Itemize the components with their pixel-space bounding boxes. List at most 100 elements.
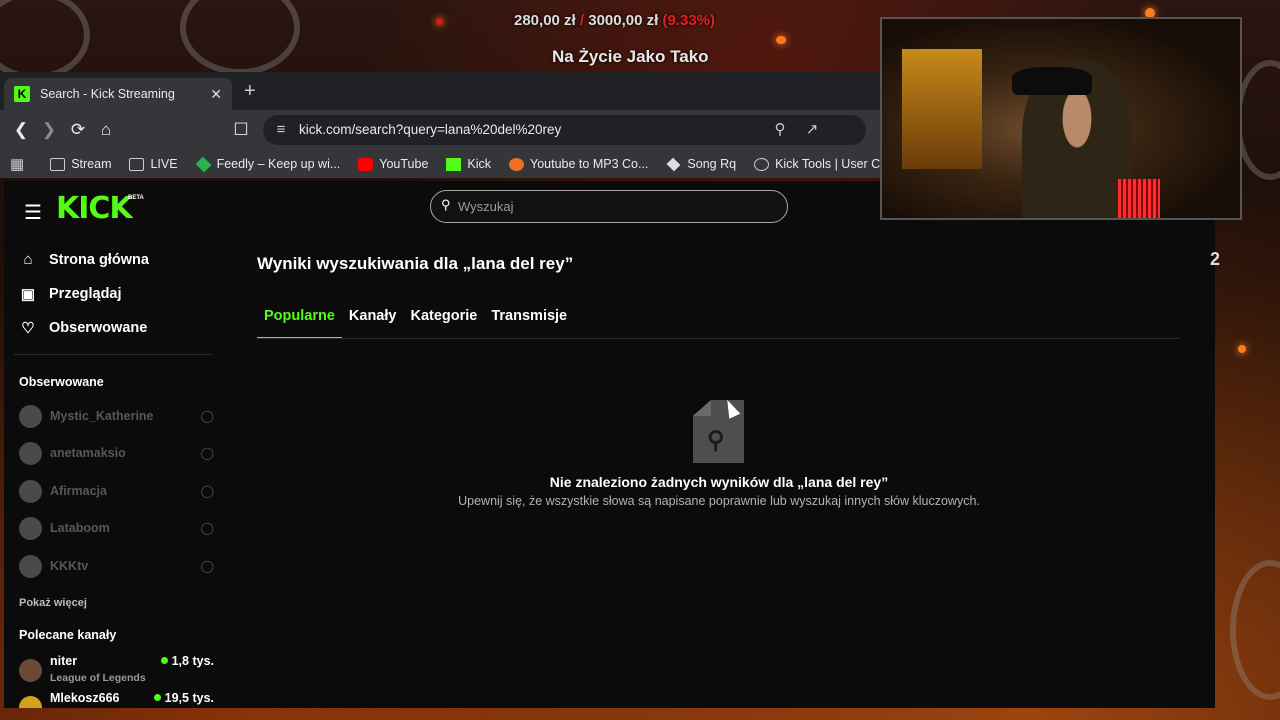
goal-target: 3000,00 zł — [588, 12, 659, 29]
globe-icon — [754, 157, 770, 171]
recommended-channel[interactable]: niter League of Legends 1,8 tys. — [19, 654, 214, 688]
avatar — [19, 516, 42, 540]
url-text[interactable]: kick.com/search?query=lana%20del%20rey — [299, 122, 561, 137]
followed-channel[interactable]: Mystic_Katherine ◯ — [19, 404, 214, 428]
avatar — [19, 441, 42, 465]
goal-title: Na Życie Jako Tako — [552, 47, 709, 66]
donation-goal: 280,00 zł / 3000,00 zł (9.33%) — [514, 12, 715, 29]
browser-tab-bar: K Search - Kick Streaming ✕ + — [0, 72, 880, 110]
followed-heading: Obserwowane — [19, 375, 104, 389]
beta-label: BETA — [128, 195, 144, 201]
share-icon[interactable]: ↗ — [800, 118, 824, 142]
bookmark-feedly[interactable]: Feedly – Keep up wi... — [195, 156, 340, 172]
avatar — [19, 404, 42, 428]
tab-categories[interactable]: Kategorie — [410, 308, 477, 339]
search-icon: ⚲ — [441, 197, 451, 212]
bookmark-kick[interactable]: Kick — [446, 157, 491, 171]
page-title: Wyniki wyszukiwania dla „lana del rey” — [257, 254, 574, 273]
heart-icon: ♡ — [21, 320, 35, 337]
magnifier-icon: ⚲ — [707, 427, 725, 454]
tabs-underline — [257, 338, 1180, 339]
tab-popular[interactable]: Popularne — [257, 308, 342, 339]
live-dot — [160, 657, 168, 664]
offline-icon: ◯ — [200, 446, 214, 460]
ember — [436, 18, 443, 25]
avatar — [19, 659, 42, 682]
home-icon: ⌂ — [23, 251, 33, 268]
bookmark-icon[interactable]: ☐ — [229, 118, 253, 142]
bookmark-youtube[interactable]: YouTube — [358, 157, 428, 171]
followed-channel[interactable]: KKKtv ◯ — [19, 554, 214, 578]
sidebar-item-home[interactable]: ⌂ Strona główna — [19, 251, 148, 268]
webcam-window-light — [902, 49, 982, 169]
bookmark-stream[interactable]: Stream — [50, 157, 111, 171]
recommended-heading: Polecane kanały — [19, 628, 117, 642]
bookmark-mp3[interactable]: Youtube to MP3 Co... — [509, 157, 648, 171]
viewer-count: 1,8 tys. — [160, 654, 214, 668]
back-arrow-icon[interactable]: ❮ — [9, 118, 33, 142]
hamburger-menu-icon[interactable]: ☰ — [24, 200, 42, 225]
celtic-knot-decoration — [180, 0, 300, 75]
songrq-icon — [666, 157, 681, 171]
empty-state-subtitle: Upewnij się, że wszystkie słowa są napis… — [458, 494, 980, 508]
folder-icon — [50, 157, 66, 171]
apps-grid-icon[interactable]: ▦ — [10, 155, 24, 173]
viewer-count: 19,5 tys. — [153, 691, 214, 705]
stream-scene: 280,00 zł / 3000,00 zł (9.33%) Na Życie … — [0, 0, 1280, 720]
home-icon[interactable]: ⌂ — [94, 118, 118, 142]
recommended-channel[interactable]: Mlekosz666 19,5 tys. — [19, 691, 214, 708]
youtube-icon — [358, 157, 374, 171]
sidebar-item-browse[interactable]: ▣ Przeglądaj — [19, 285, 122, 303]
reload-icon[interactable]: ⟳ — [66, 118, 90, 142]
bookmarks-bar: ▦ Stream LIVE Feedly – Keep up wi... You… — [0, 150, 880, 178]
avatar — [19, 554, 42, 578]
browser-tab-active[interactable]: K Search - Kick Streaming ✕ — [4, 78, 232, 110]
goal-separator: / — [579, 12, 585, 29]
feedly-icon — [195, 156, 212, 172]
goal-percent: (9.33%) — [662, 12, 715, 29]
offline-icon: ◯ — [200, 559, 214, 573]
address-bar[interactable]: ≡ kick.com/search?query=lana%20del%20rey… — [263, 115, 1115, 145]
show-more-link[interactable]: Pokaż więcej — [19, 597, 87, 609]
live-dot — [153, 694, 161, 701]
followed-channel[interactable]: anetamaksio ◯ — [19, 441, 214, 465]
close-tab-icon[interactable]: ✕ — [210, 86, 222, 103]
goal-current: 280,00 zł — [514, 12, 576, 29]
tab-title: Search - Kick Streaming — [40, 87, 175, 101]
kick-page: ☰ KICK BETA ⚲ Wyszukaj ⌂ Strona główna ▣ P… — [4, 181, 1215, 708]
sidebar-divider — [14, 354, 213, 355]
webcam-red-light — [1118, 179, 1160, 218]
bookmark-kick-tools[interactable]: Kick Tools | User Ch... — [754, 157, 880, 171]
followed-channel[interactable]: Lataboom ◯ — [19, 516, 214, 540]
webcam-hat — [1012, 67, 1092, 95]
results-tabs: Popularne Kanały Kategorie Transmisje — [257, 308, 581, 339]
offline-icon: ◯ — [200, 409, 214, 423]
kick-logo[interactable]: KICK — [56, 191, 133, 226]
ember — [1238, 345, 1246, 353]
new-tab-button[interactable]: + — [244, 80, 256, 103]
forward-arrow-icon[interactable]: ❯ — [37, 118, 61, 142]
kick-icon — [446, 157, 462, 171]
ember — [776, 36, 786, 44]
zoom-icon[interactable]: ⚲ — [768, 118, 792, 142]
bookmark-song-rq[interactable]: Song Rq — [666, 157, 736, 171]
mp3-icon — [509, 157, 525, 171]
bookmark-live[interactable]: LIVE — [129, 157, 178, 171]
sidebar-item-following[interactable]: ♡ Obserwowane — [19, 319, 147, 337]
search-input[interactable]: ⚲ Wyszukaj — [430, 190, 788, 223]
tab-channels[interactable]: Kanały — [349, 308, 397, 339]
celtic-knot-decoration — [1230, 560, 1280, 700]
webcam-feed — [880, 17, 1242, 220]
folder-icon — [129, 157, 145, 171]
empty-state-title: Nie znaleziono żadnych wyników dla „lana… — [549, 474, 889, 490]
kick-favicon-icon: K — [14, 86, 30, 102]
celtic-knot-decoration — [0, 0, 90, 80]
overlay-number: 2 — [1210, 249, 1221, 269]
search-placeholder[interactable]: Wyszukaj — [458, 199, 514, 214]
offline-icon: ◯ — [200, 521, 214, 535]
tab-streams[interactable]: Transmisje — [491, 308, 567, 339]
browse-icon: ▣ — [20, 286, 36, 303]
browser-toolbar: ❮ ❯ ⟳ ⌂ ☐ ≡ kick.com/search?query=lana%2… — [0, 110, 1115, 150]
avatar — [19, 696, 42, 708]
site-settings-icon[interactable]: ≡ — [269, 118, 293, 142]
